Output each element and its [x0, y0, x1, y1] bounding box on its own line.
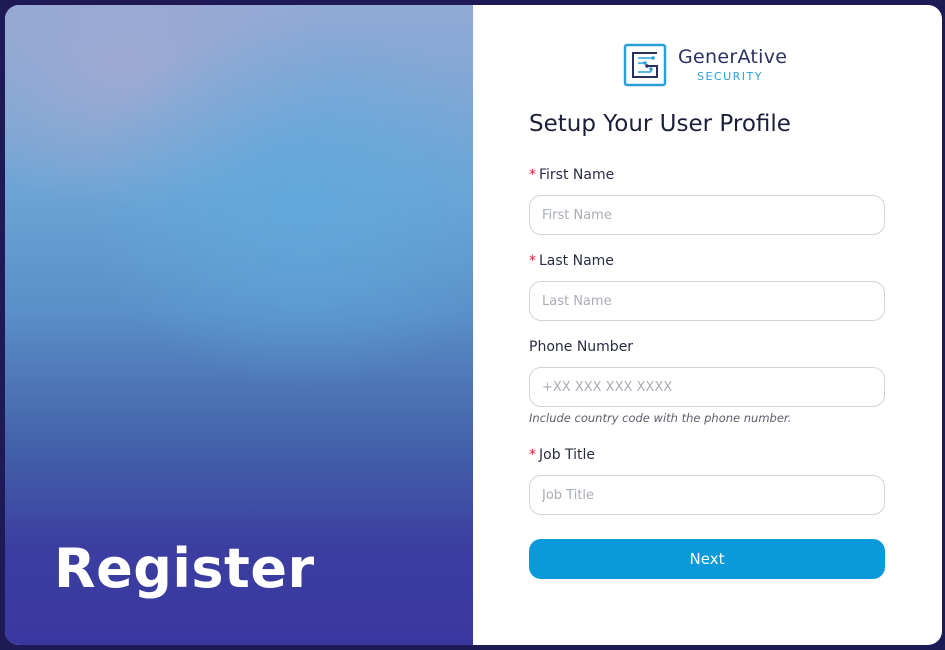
logo-name: GenerAtive	[678, 46, 788, 68]
phone-number-input[interactable]	[529, 367, 885, 407]
required-marker: *	[529, 253, 536, 269]
first-name-label-text: First Name	[539, 167, 615, 183]
job-title-label-text: Job Title	[539, 447, 596, 463]
last-name-label: * Last Name	[529, 253, 614, 269]
register-card: Register GenerAtive SECURITY Setup Your …	[5, 5, 942, 645]
last-name-input[interactable]	[529, 281, 885, 321]
first-name-label: * First Name	[529, 167, 614, 183]
required-marker: *	[529, 167, 536, 183]
job-title-label: * Job Title	[529, 447, 595, 463]
phone-number-label: Phone Number	[529, 339, 633, 355]
circuit-g-logo-icon	[623, 43, 667, 87]
first-name-input[interactable]	[529, 195, 885, 235]
hero-title: Register	[54, 537, 315, 600]
phone-hint: Include country code with the phone numb…	[529, 411, 792, 425]
required-marker: *	[529, 447, 536, 463]
hero-panel: Register	[5, 5, 473, 645]
phone-number-label-text: Phone Number	[529, 339, 634, 355]
last-name-label-text: Last Name	[539, 253, 614, 269]
form-panel: GenerAtive SECURITY Setup Your User Prof…	[473, 5, 942, 645]
page-title: Setup Your User Profile	[529, 111, 791, 137]
brand-logo: GenerAtive SECURITY	[623, 43, 787, 87]
job-title-input[interactable]	[529, 475, 885, 515]
next-button[interactable]: Next	[529, 539, 885, 579]
logo-subtitle: SECURITY	[697, 70, 763, 83]
